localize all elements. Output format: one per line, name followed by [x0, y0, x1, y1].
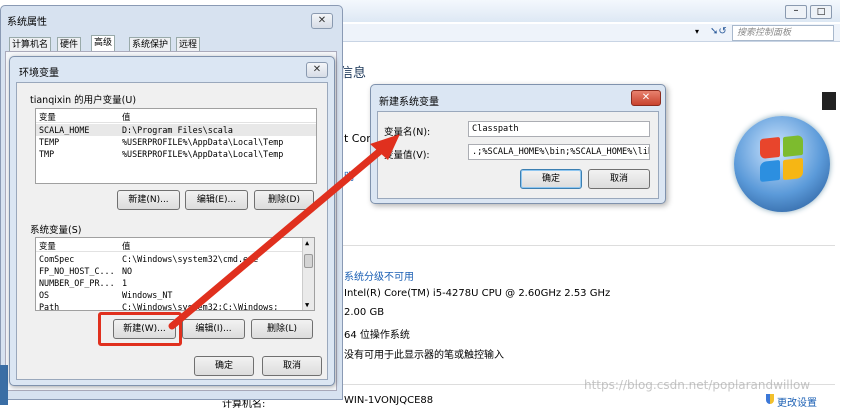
annotation-arrow — [168, 134, 400, 330]
watermark: https://blog.csdn.net/poplarandwillow — [584, 378, 811, 392]
arrow-shaft — [168, 142, 390, 330]
